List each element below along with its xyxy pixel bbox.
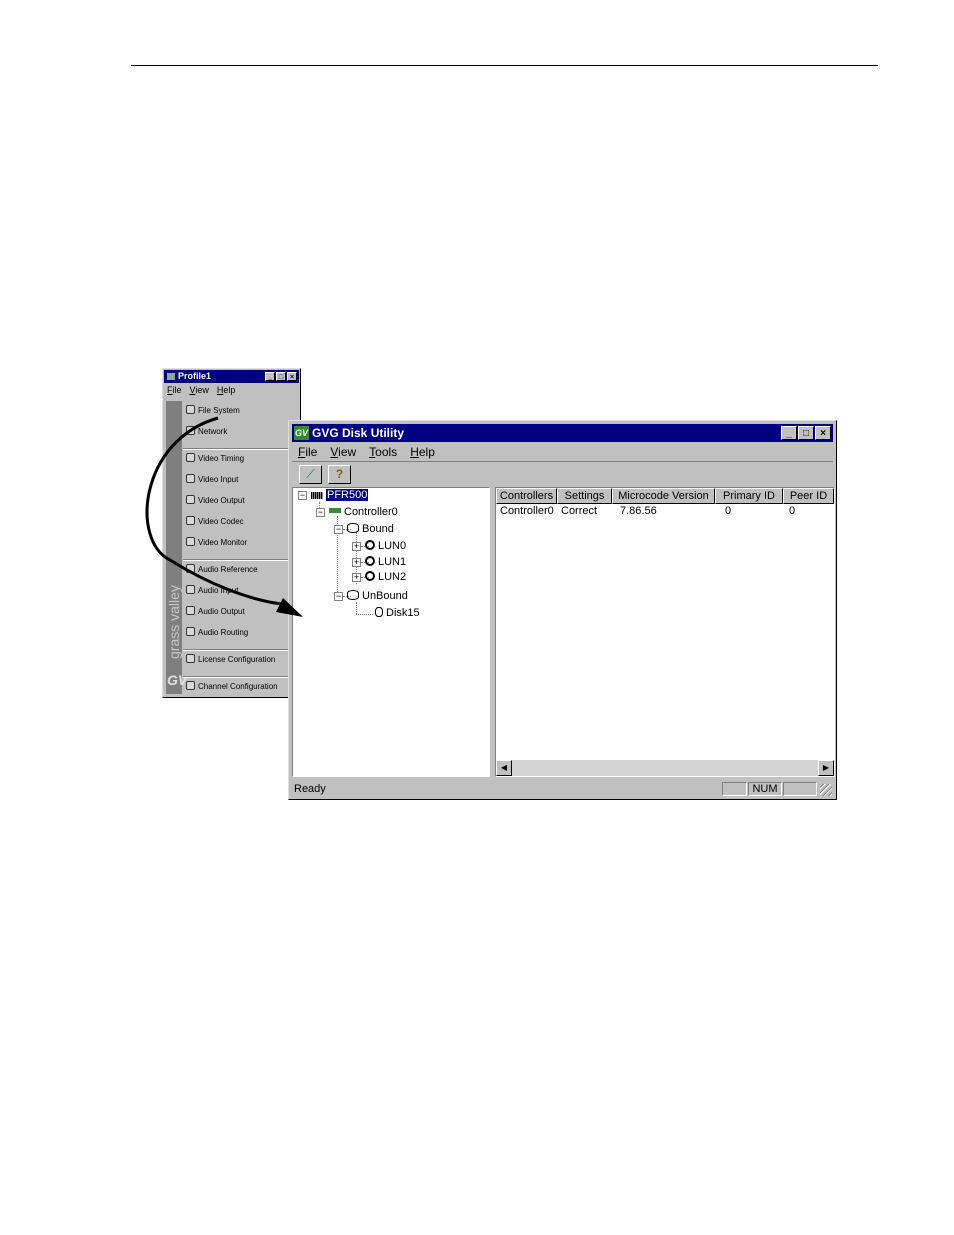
drag-arrow <box>145 416 303 617</box>
